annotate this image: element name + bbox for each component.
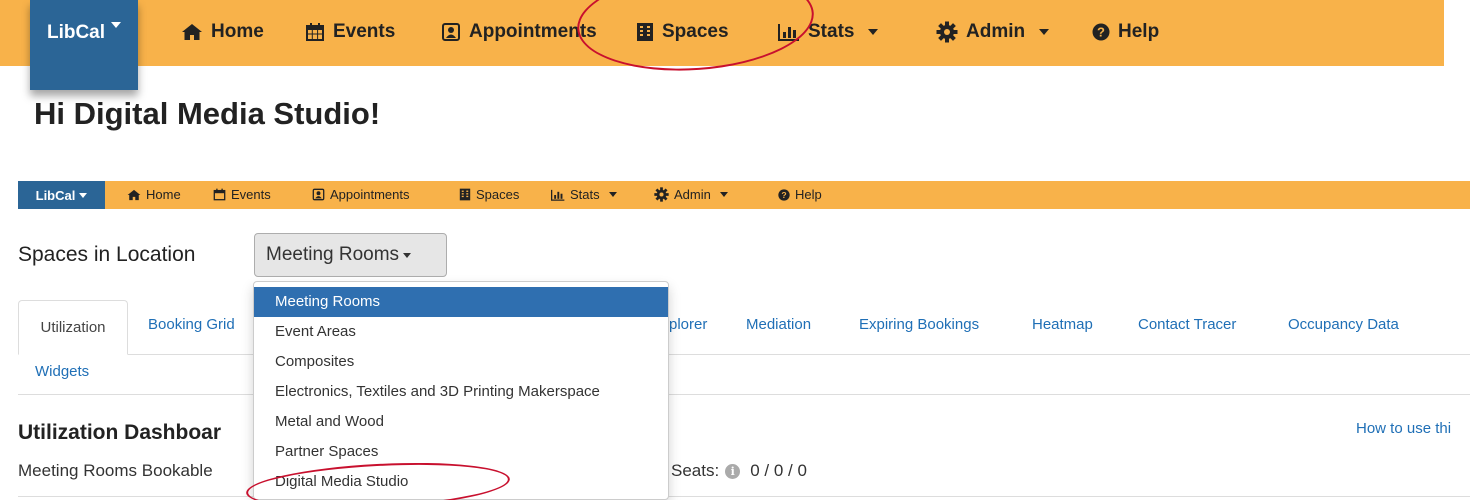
tab-expiring-bookings[interactable]: Expiring Bookings (859, 316, 979, 333)
tab-occupancy-data[interactable]: Occupancy Data (1288, 316, 1399, 333)
chevron-down-icon (111, 22, 122, 28)
svg-text:?: ? (781, 190, 786, 200)
tab-mediation[interactable]: Mediation (746, 316, 811, 333)
tab-explorer[interactable]: plorer (669, 316, 707, 333)
contact-card-icon (312, 188, 325, 201)
divider (18, 496, 1470, 497)
page-greeting: Hi Digital Media Studio! (34, 96, 381, 131)
nav-spaces[interactable]: Spaces (636, 21, 729, 43)
tab-divider (18, 394, 1470, 395)
question-circle-icon: ? (1092, 23, 1110, 41)
location-select-button[interactable]: Meeting Rooms (254, 233, 447, 277)
tab-utilization[interactable]: Utilization (18, 300, 128, 355)
home-icon (182, 24, 202, 40)
question-circle-icon: ? (778, 188, 790, 201)
nav-small-spaces[interactable]: Spaces (459, 187, 519, 202)
tab-heatmap[interactable]: Heatmap (1032, 316, 1093, 333)
building-icon (459, 188, 471, 201)
nav-appointments[interactable]: Appointments (441, 21, 597, 43)
location-label: Spaces in Location (18, 243, 196, 266)
gear-icon (654, 187, 669, 202)
nav-small-help[interactable]: ? Help (778, 187, 822, 202)
dropdown-item-event-areas[interactable]: Event Areas (254, 317, 668, 347)
nav-small-events[interactable]: Events (213, 187, 271, 202)
calendar-icon (306, 23, 324, 41)
seats-value: 0 / 0 / 0 (750, 461, 807, 480)
tab-contact-tracer[interactable]: Contact Tracer (1138, 316, 1236, 333)
bar-chart-icon (551, 189, 565, 201)
calendar-icon (213, 188, 226, 201)
chevron-down-icon (1039, 29, 1050, 35)
dashboard-title: Utilization Dashboar (18, 421, 222, 444)
gear-icon (936, 21, 958, 43)
nav-help[interactable]: ? Help (1092, 21, 1159, 43)
seats-label: Seats: (671, 461, 720, 480)
dropdown-item-digital-media-studio[interactable]: Digital Media Studio (254, 467, 668, 497)
dropdown-item-makerspace[interactable]: Electronics, Textiles and 3D Printing Ma… (254, 377, 668, 407)
location-dropdown-menu: Meeting Rooms Event Areas Composites Ele… (253, 281, 669, 500)
secondary-navbar: LibCal Home Events Appointments Spaces S… (18, 181, 1470, 209)
tab-booking-grid[interactable]: Booking Grid (148, 316, 235, 333)
chevron-down-icon (608, 192, 617, 197)
dropdown-item-composites[interactable]: Composites (254, 347, 668, 377)
nav-events[interactable]: Events (305, 21, 395, 43)
svg-text:?: ? (1097, 25, 1105, 40)
nav-small-stats[interactable]: Stats (551, 187, 617, 202)
tab-bar: Utilization Booking Grid plorer Mediatio… (18, 300, 1470, 396)
building-icon (637, 23, 653, 41)
seats-summary: Seats: i 0 / 0 / 0 (671, 461, 807, 481)
libcal-brand-menu[interactable]: LibCal (30, 0, 138, 90)
tab-divider (18, 354, 1470, 355)
how-to-use-link[interactable]: How to use thi (1356, 420, 1451, 437)
home-icon (127, 189, 141, 200)
dropdown-item-meeting-rooms[interactable]: Meeting Rooms (254, 287, 668, 317)
info-icon[interactable]: i (725, 463, 741, 479)
chevron-down-icon (868, 29, 879, 35)
nav-small-admin[interactable]: Admin (654, 187, 728, 202)
libcal-brand-menu-small[interactable]: LibCal (18, 181, 105, 209)
bar-chart-icon (778, 24, 799, 41)
dropdown-item-metal-wood[interactable]: Metal and Wood (254, 407, 668, 437)
nav-small-home[interactable]: Home (127, 187, 181, 202)
nav-stats[interactable]: Stats (778, 21, 879, 43)
tab-widgets[interactable]: Widgets (35, 363, 89, 380)
nav-admin[interactable]: Admin (936, 21, 1050, 43)
nav-home[interactable]: Home (181, 21, 264, 43)
dropdown-item-partner-spaces[interactable]: Partner Spaces (254, 437, 668, 467)
chevron-down-icon (719, 192, 728, 197)
nav-small-appointments[interactable]: Appointments (312, 187, 410, 202)
chevron-down-icon (79, 192, 88, 198)
contact-card-icon (442, 23, 460, 41)
bookable-summary: Meeting Rooms Bookable (18, 461, 213, 480)
chevron-down-icon (403, 252, 412, 258)
main-navbar: LibCal Home Events Appointments Spaces S… (0, 0, 1444, 90)
